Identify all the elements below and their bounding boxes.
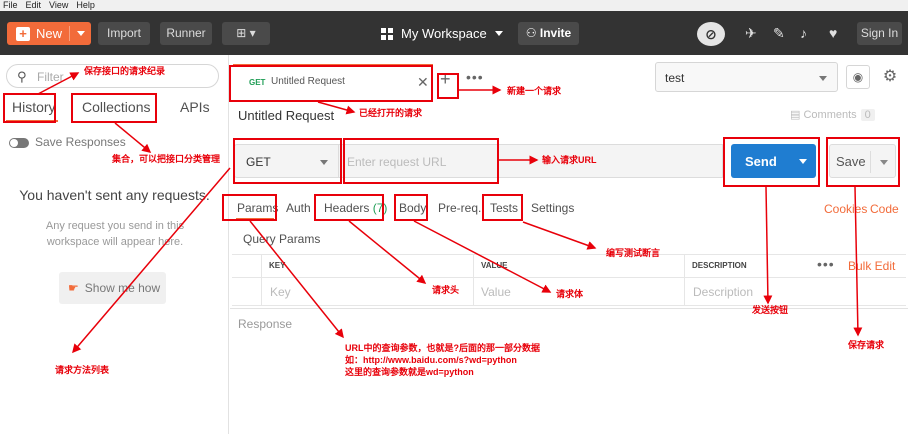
workspace-label: My Workspace [401, 26, 487, 41]
description-input[interactable]: Description [693, 285, 753, 299]
anno-box-request-tab [229, 65, 433, 102]
invite-label: Invite [539, 26, 572, 40]
chevron-down-icon [819, 76, 827, 81]
workspace-grid-icon [381, 27, 393, 40]
table-more-icon[interactable]: ••• [817, 256, 835, 272]
anno-send: 发送按钮 [752, 305, 789, 315]
anno-box-new-tab [437, 73, 459, 99]
params-table-header [232, 254, 906, 278]
show-me-how-button[interactable]: ☛ Show me how [59, 272, 166, 304]
invite-button[interactable]: ⚇ Invite [518, 22, 579, 45]
new-window-icon: ⊞ ▾ [236, 26, 256, 40]
more-icon[interactable]: ••• [466, 69, 484, 85]
col-divider [261, 254, 262, 306]
value-input[interactable]: Value [481, 285, 511, 299]
response-label: Response [238, 317, 293, 331]
anno-box-tests [482, 194, 523, 221]
open-new-button[interactable]: ⊞ ▾ [222, 22, 270, 45]
anno-headers: 请求头 [432, 285, 460, 295]
bulk-edit-link[interactable]: Bulk Edit [848, 259, 895, 273]
anno-box-save [826, 137, 900, 187]
menu-edit[interactable]: Edit [26, 0, 42, 11]
anno-body: 请求体 [556, 289, 584, 299]
new-button[interactable]: + New [7, 22, 91, 45]
anno-new-request: 新建一个请求 [507, 86, 562, 96]
anno-box-body [394, 194, 428, 221]
sync-off-icon[interactable]: ⊘ [697, 22, 725, 46]
chevron-down-icon[interactable] [77, 31, 85, 36]
anno-collections: 集合，可以把接口分类管理 [112, 154, 221, 164]
anno-url: 输入请求URL [542, 155, 597, 165]
pointer-icon: ☛ [68, 281, 79, 295]
anno-box-url [343, 138, 499, 184]
menu-help[interactable]: Help [76, 0, 95, 11]
new-button-divider [69, 26, 70, 41]
menu-file[interactable]: File [3, 0, 18, 11]
anno-save: 保存请求 [848, 340, 885, 350]
eye-icon[interactable]: ◉ [846, 65, 870, 89]
search-icon: ⚲ [17, 69, 27, 84]
plus-icon: + [16, 26, 30, 41]
anno-method-list: 请求方法列表 [55, 365, 110, 375]
col-divider [684, 254, 685, 306]
anno-opened: 已经打开的请求 [359, 108, 423, 118]
anno-box-params [222, 194, 277, 221]
comments-button[interactable]: ▤ Comments 0 [790, 108, 875, 121]
save-responses-toggle[interactable] [9, 138, 29, 148]
empty-history-title: You haven't sent any requests. [19, 187, 210, 203]
save-responses-label: Save Responses [35, 135, 126, 149]
tab-prereq[interactable]: Pre-req. [438, 201, 481, 215]
wrench-icon[interactable]: ✎ [773, 25, 785, 42]
anno-box-send [723, 137, 820, 187]
anno-tests: 编写测试断言 [606, 248, 661, 258]
chevron-down-icon [494, 31, 503, 36]
cookies-link[interactable]: Cookies [824, 202, 867, 216]
top-toolbar: + New Import Runner ⊞ ▾ My Workspace ⚇ I… [0, 11, 908, 55]
show-me-how-label: Show me how [84, 281, 161, 295]
sign-in-button[interactable]: Sign In [857, 22, 902, 45]
tab-settings[interactable]: Settings [531, 201, 574, 215]
environment-select[interactable]: test [655, 62, 838, 92]
anno-box-headers [314, 194, 384, 221]
request-name[interactable]: Untitled Request [238, 108, 334, 123]
col-key: KEY [269, 261, 286, 270]
environment-value: test [665, 71, 685, 85]
import-button[interactable]: Import [98, 22, 150, 45]
col-divider [473, 254, 474, 306]
comments-count: 0 [860, 109, 875, 121]
key-input[interactable]: Key [270, 285, 291, 299]
anno-params-line2: 如：http://www.baidu.com/s?wd=python [345, 355, 517, 365]
comments-label: Comments [803, 109, 857, 121]
anno-box-method [233, 138, 342, 184]
anno-params-line3: 这里的查询参数就是wd=python [345, 367, 474, 377]
runner-button[interactable]: Runner [160, 22, 212, 45]
anno-params-line1: URL中的查询参数，也就是?后面的那一部分数据 [345, 343, 540, 353]
response-divider [230, 308, 908, 309]
anno-box-collections [71, 93, 157, 123]
anno-history: 保存接口的请求纪录 [84, 66, 166, 76]
query-params-title: Query Params [243, 232, 321, 246]
col-value: VALUE [481, 261, 508, 270]
bell-icon[interactable]: ♪ [800, 25, 807, 42]
satellite-icon[interactable]: ✈ [745, 25, 757, 42]
tab-apis[interactable]: APIs [180, 99, 210, 115]
add-user-icon: ⚇ [525, 26, 537, 40]
menu-bar: File Edit View Help [0, 0, 908, 11]
comment-icon: ▤ [790, 109, 801, 121]
col-description: DESCRIPTION [692, 261, 747, 270]
new-button-label: New [36, 26, 63, 41]
anno-box-history [3, 93, 56, 123]
gear-icon[interactable]: ⚙ [878, 65, 902, 89]
filter-placeholder: Filter [37, 70, 64, 84]
empty-history-subtitle: Any request you send in this workspace w… [45, 220, 185, 248]
menu-view[interactable]: View [49, 0, 68, 11]
heart-icon[interactable]: ♥ [829, 25, 837, 42]
code-link[interactable]: Code [870, 202, 899, 216]
workspace-selector[interactable]: My Workspace [381, 22, 503, 45]
tab-auth[interactable]: Auth [286, 201, 311, 215]
